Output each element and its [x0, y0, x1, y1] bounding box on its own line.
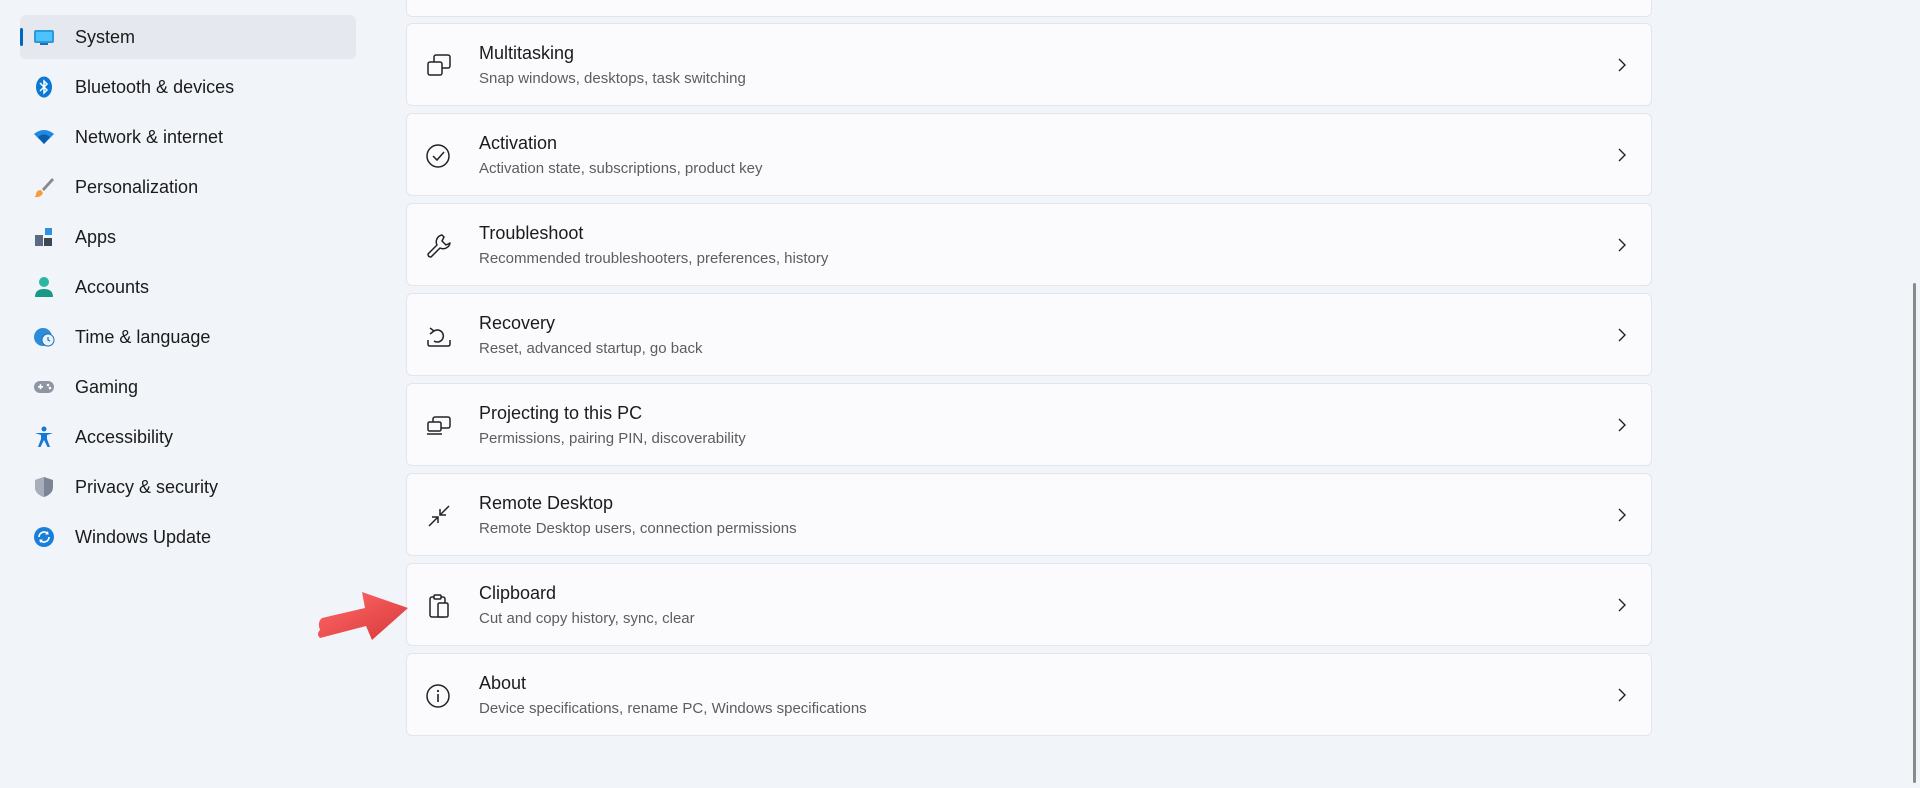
annotation-arrow-icon [318, 592, 408, 640]
gamepad-icon [33, 376, 55, 398]
card-description: Device specifications, rename PC, Window… [479, 700, 867, 717]
sidebar-item-label: Personalization [75, 176, 199, 197]
multitasking-icon [425, 52, 453, 80]
sidebar-item-apps[interactable]: Apps [20, 215, 356, 259]
card-title: Troubleshoot [479, 223, 584, 243]
card-description: Cut and copy history, sync, clear [479, 610, 695, 627]
sidebar-item-label: Privacy & security [75, 476, 219, 497]
sidebar-item-label: Apps [75, 226, 117, 247]
settings-card-remote-desktop[interactable]: Remote Desktop Remote Desktop users, con… [406, 473, 1652, 556]
settings-card-partial[interactable] [406, 0, 1652, 17]
sidebar-item-time-language[interactable]: Time & language [20, 315, 356, 359]
card-title: Recovery [479, 313, 556, 333]
chevron-right-icon [1615, 146, 1629, 164]
settings-card-about[interactable]: About Device specifications, rename PC, … [406, 653, 1652, 736]
chevron-right-icon [1615, 326, 1629, 344]
vertical-scrollbar[interactable] [1913, 283, 1916, 783]
apps-icon [33, 226, 55, 248]
sidebar-nav: System Bluetooth & devices Network & int… [0, 0, 372, 788]
projecting-icon [425, 412, 453, 440]
card-title: Multitasking [479, 43, 575, 63]
card-description: Permissions, pairing PIN, discoverabilit… [479, 430, 746, 447]
info-icon [425, 682, 453, 710]
chevron-right-icon [1615, 56, 1629, 74]
card-description: Remote Desktop users, connection permiss… [479, 520, 797, 537]
chevron-right-icon [1615, 416, 1629, 434]
sidebar-item-label: Accounts [75, 276, 150, 297]
chevron-right-icon [1615, 596, 1629, 614]
sidebar-item-label: Accessibility [75, 426, 174, 447]
card-description: Snap windows, desktops, task switching [479, 70, 746, 87]
settings-card-activation[interactable]: Activation Activation state, subscriptio… [406, 113, 1652, 196]
accessibility-icon [33, 426, 55, 448]
card-title: About [479, 673, 527, 693]
sidebar-item-accounts[interactable]: Accounts [20, 265, 356, 309]
clipboard-icon [425, 592, 453, 620]
settings-card-troubleshoot[interactable]: Troubleshoot Recommended troubleshooters… [406, 203, 1652, 286]
sidebar-item-label: Time & language [75, 326, 211, 347]
sidebar-item-system[interactable]: System [20, 15, 356, 59]
shield-icon [33, 476, 55, 498]
selection-indicator [20, 28, 23, 46]
card-title: Activation [479, 133, 558, 153]
wifi-icon [33, 126, 55, 148]
settings-card-projecting[interactable]: Projecting to this PC Permissions, pairi… [406, 383, 1652, 466]
sidebar-item-label: Network & internet [75, 126, 224, 147]
sidebar-item-personalization[interactable]: Personalization [20, 165, 356, 209]
settings-card-multitasking[interactable]: Multitasking Snap windows, desktops, tas… [406, 23, 1652, 106]
card-description: Recommended troubleshooters, preferences… [479, 250, 829, 267]
chevron-right-icon [1615, 236, 1629, 254]
wrench-icon [425, 232, 453, 260]
card-title: Projecting to this PC [479, 403, 643, 423]
settings-card-clipboard[interactable]: Clipboard Cut and copy history, sync, cl… [406, 563, 1652, 646]
system-icon [33, 26, 55, 48]
sidebar-item-windows-update[interactable]: Windows Update [20, 515, 356, 559]
settings-card-recovery[interactable]: Recovery Reset, advanced startup, go bac… [406, 293, 1652, 376]
bluetooth-icon [33, 76, 55, 98]
card-title: Clipboard [479, 583, 557, 603]
sidebar-item-label: Windows Update [75, 526, 212, 547]
sidebar-item-label: System [75, 26, 136, 47]
brush-icon [33, 176, 55, 198]
chevron-right-icon [1615, 506, 1629, 524]
globe-clock-icon [33, 326, 55, 348]
sidebar-item-network-internet[interactable]: Network & internet [20, 115, 356, 159]
card-description: Activation state, subscriptions, product… [479, 160, 763, 177]
recovery-icon [425, 322, 453, 350]
chevron-right-icon [1615, 686, 1629, 704]
check-circle-icon [425, 142, 453, 170]
sidebar-item-privacy-security[interactable]: Privacy & security [20, 465, 356, 509]
person-icon [33, 276, 55, 298]
sidebar-item-label: Bluetooth & devices [75, 76, 235, 97]
card-description: Reset, advanced startup, go back [479, 340, 703, 357]
sidebar-item-bluetooth-devices[interactable]: Bluetooth & devices [20, 65, 356, 109]
sidebar-item-accessibility[interactable]: Accessibility [20, 415, 356, 459]
sidebar-item-gaming[interactable]: Gaming [20, 365, 356, 409]
sidebar-item-label: Gaming [75, 376, 139, 397]
card-title: Remote Desktop [479, 493, 614, 513]
remote-desktop-icon [425, 502, 453, 530]
update-icon [33, 526, 55, 548]
